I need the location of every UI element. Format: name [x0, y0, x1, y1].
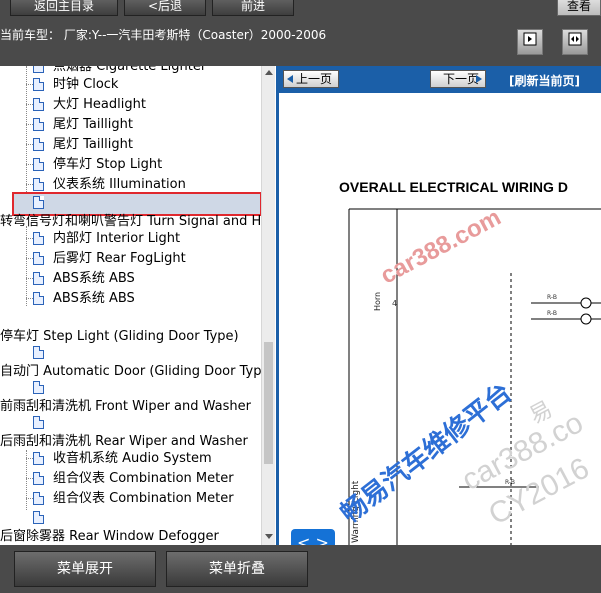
- swap-page-button[interactable]: < >: [291, 529, 335, 545]
- expand-menu-button[interactable]: 菜单展开: [14, 551, 156, 587]
- tree-item[interactable]: 点烟器 Cigarette Lighter: [53, 66, 206, 76]
- document-icon: [33, 492, 44, 505]
- home-button[interactable]: 返回主目录: [10, 0, 118, 16]
- document-icon: [33, 232, 44, 245]
- tree-item[interactable]: 内部灯 Interior Light: [53, 230, 180, 248]
- document-icon: [33, 416, 44, 429]
- next-page-button[interactable]: 下一页: [430, 70, 487, 88]
- tree-item-selected[interactable]: 转弯信号灯和喇叭警告灯 Turn Signal and H: [0, 213, 261, 231]
- tree-connector: [26, 84, 33, 85]
- wiring-diagram: [348, 208, 601, 545]
- document-icon: [33, 292, 44, 305]
- tree-connector: [26, 238, 33, 239]
- wire-code: R-B: [505, 479, 515, 486]
- current-vehicle: 当前车型： 厂家:Y--一汽丰田考斯特（Coaster）2000-2006: [0, 28, 327, 42]
- tree-connector: [26, 184, 33, 185]
- scroll-thumb[interactable]: [264, 342, 273, 464]
- vehicle-bar: 当前车型： 厂家:Y--一汽丰田考斯特（Coaster）2000-2006: [0, 20, 601, 66]
- tree-item[interactable]: 后雾灯 Rear FogLight: [53, 250, 186, 268]
- document-icon: [33, 346, 44, 359]
- document-icon: [33, 452, 44, 465]
- tree-item[interactable]: ABS系统 ABS: [53, 290, 135, 308]
- back-button[interactable]: <后退: [124, 0, 206, 16]
- viewer-nav: 上一页 下一页 [刷新当前页]: [279, 66, 601, 93]
- tree-item[interactable]: ABS系统 ABS: [53, 270, 135, 288]
- tree-scrollbar[interactable]: [261, 66, 275, 545]
- tree-item[interactable]: 尾灯 Taillight: [53, 136, 133, 154]
- next-page-label: 下一页: [443, 72, 480, 86]
- document-icon: [33, 272, 44, 285]
- tree-connector: [26, 164, 33, 165]
- split-view-icon[interactable]: [562, 29, 588, 55]
- top-toolbar: 返回主目录 <后退 前进 查看: [0, 0, 601, 20]
- tree-connector: [26, 278, 33, 279]
- tree-item[interactable]: 自动门 Automatic Door (Gliding Door Type: [0, 363, 269, 381]
- document-icon: [33, 66, 44, 73]
- document-icon: [33, 196, 44, 209]
- tree-item[interactable]: 后窗除雾器 Rear Window Defogger: [0, 528, 219, 545]
- tree-connector: [26, 66, 27, 194]
- refresh-page-link[interactable]: [刷新当前页]: [509, 72, 580, 89]
- tree-item[interactable]: 组合仪表 Combination Meter: [53, 470, 234, 488]
- tree-connector: [26, 478, 33, 479]
- pin-number: 4: [392, 299, 398, 308]
- arrow-right-icon: [476, 75, 483, 83]
- tree-connector: [26, 298, 33, 299]
- tree-connector: [26, 258, 33, 259]
- tree-item[interactable]: 仪表系统 Illumination: [53, 176, 186, 194]
- document-icon: [33, 252, 44, 265]
- forward-button[interactable]: 前进: [212, 0, 294, 16]
- prev-page-label: 上一页: [296, 72, 333, 86]
- tree-item[interactable]: 停车灯 Step Light (Gliding Door Type): [0, 328, 239, 346]
- tree-item[interactable]: 收音机系统 Audio System: [53, 450, 212, 468]
- document-icon: [33, 98, 44, 111]
- single-page-icon[interactable]: [517, 29, 543, 55]
- tree-panel: 点烟器 Cigarette Lighter 时钟 Clock 大灯 Headli…: [0, 66, 275, 545]
- tree-connector: [26, 458, 33, 459]
- document-icon: [33, 158, 44, 171]
- document-icon: [33, 78, 44, 91]
- document-icon: [33, 472, 44, 485]
- view-button[interactable]: 查看: [557, 0, 601, 16]
- wire-code: R-B: [547, 294, 557, 301]
- tree-item[interactable]: 组合仪表 Combination Meter: [53, 490, 234, 508]
- document-icon: [33, 118, 44, 131]
- tree-connector: [26, 104, 33, 105]
- arrow-left-icon: [287, 75, 293, 83]
- document-viewer: 上一页 下一页 [刷新当前页] OVERALL ELECTRICAL WIRIN…: [276, 66, 601, 545]
- scroll-down-icon[interactable]: [265, 534, 273, 539]
- tree-item[interactable]: 尾灯 Taillight: [53, 116, 133, 134]
- tree-connector: [26, 124, 33, 125]
- warning-light-label: Warning Light: [351, 480, 361, 543]
- document-icon: [33, 511, 44, 524]
- horn-label: Horn: [373, 291, 382, 311]
- tree-item[interactable]: 时钟 Clock: [53, 76, 118, 94]
- collapse-menu-button[interactable]: 菜单折叠: [166, 551, 308, 587]
- tree-connector: [26, 498, 33, 499]
- bottom-bar: 菜单展开 菜单折叠: [0, 545, 601, 593]
- tree-item[interactable]: 停车灯 Stop Light: [53, 156, 162, 174]
- tree-item[interactable]: 前雨刮和清洗机 Front Wiper and Washer: [0, 398, 251, 416]
- document-icon: [33, 178, 44, 191]
- tree-item[interactable]: 后雨刮和清洗机 Rear Wiper and Washer: [0, 433, 248, 451]
- document-icon: [33, 381, 44, 394]
- tree-connector: [26, 144, 33, 145]
- document-icon: [33, 138, 44, 151]
- tree-connector: [26, 450, 27, 510]
- tree-item[interactable]: 大灯 Headlight: [53, 96, 146, 114]
- prev-page-button[interactable]: 上一页: [283, 70, 340, 88]
- scroll-up-icon[interactable]: [265, 70, 273, 75]
- wire-code: R-B: [547, 310, 557, 317]
- wiring-diagram-page: OVERALL ELECTRICAL WIRING D Horn Warning…: [279, 93, 601, 545]
